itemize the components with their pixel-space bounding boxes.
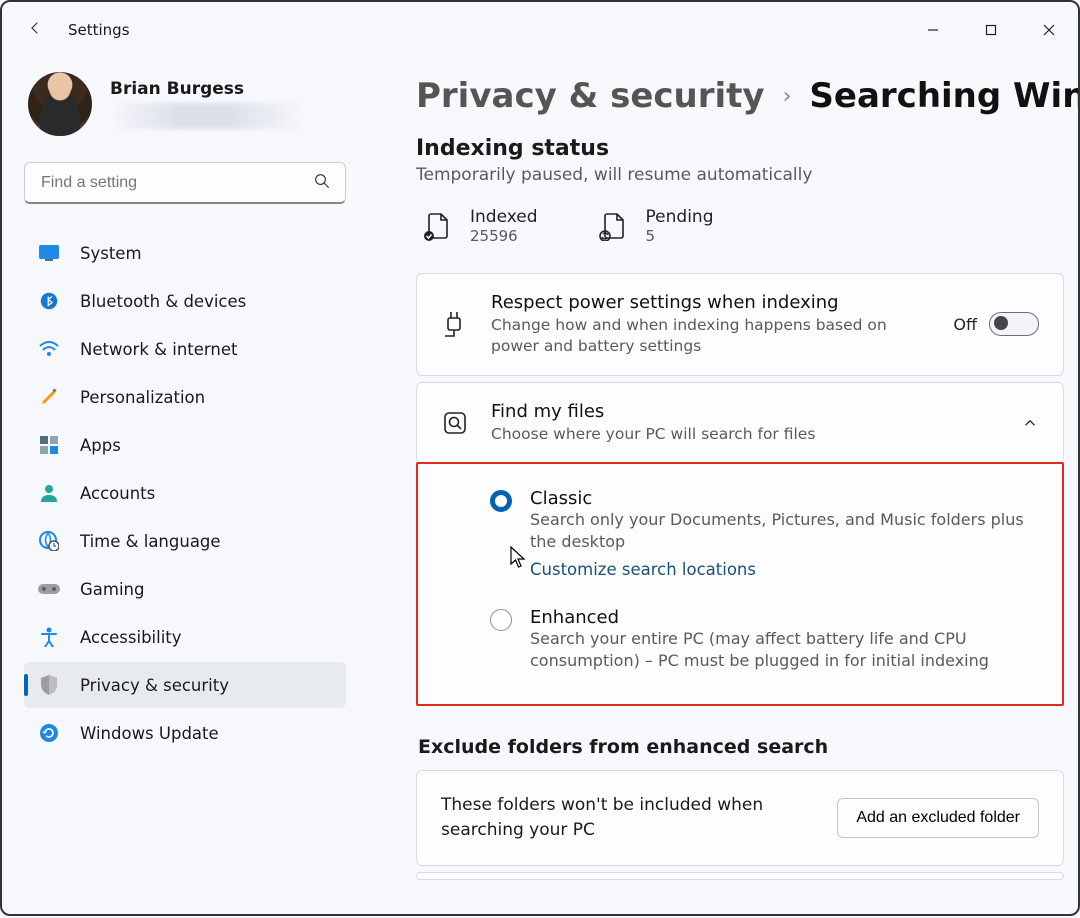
breadcrumb-current: Searching Windows [809,76,1078,116]
globe-clock-icon [38,530,60,552]
chevron-right-icon: › [783,84,792,109]
sidebar-item-network[interactable]: Network & internet [24,326,346,372]
bluetooth-icon [38,290,60,312]
search-box[interactable] [24,162,346,204]
breadcrumb-parent[interactable]: Privacy & security [416,76,765,116]
sidebar-item-system[interactable]: System [24,230,346,276]
nav-label: Privacy & security [80,676,229,695]
wifi-icon [38,338,60,360]
update-icon [38,722,60,744]
classic-sub: Search only your Documents, Pictures, an… [530,509,1038,554]
back-arrow-icon[interactable] [26,19,44,41]
gamepad-icon [38,578,60,600]
nav-label: Apps [80,436,121,455]
enhanced-title: Enhanced [530,607,1038,628]
search-input[interactable] [39,173,303,193]
nav-label: Windows Update [80,724,219,743]
nav-label: Bluetooth & devices [80,292,246,311]
power-toggle[interactable] [989,312,1039,336]
radio-enhanced[interactable] [490,609,512,631]
sidebar-item-gaming[interactable]: Gaming [24,566,346,612]
option-classic[interactable]: Classic Search only your Documents, Pict… [478,480,1050,587]
app-title: Settings [68,21,130,39]
nav-label: Network & internet [80,340,237,359]
profile-subtext-blurred [110,103,306,129]
avatar [28,72,92,136]
pending-label: Pending [646,207,714,227]
main-content: Privacy & security › Searching Windows I… [362,58,1078,918]
nav-label: Gaming [80,580,145,599]
pending-stat: Pending 5 [598,207,714,245]
display-icon [38,242,60,264]
sidebar-item-privacy-security[interactable]: Privacy & security [24,662,346,708]
plug-icon [441,310,469,338]
minimize-button[interactable] [904,8,962,52]
find-options-highlighted: Classic Search only your Documents, Pict… [416,462,1064,707]
sidebar-item-accessibility[interactable]: Accessibility [24,614,346,660]
sidebar-item-windows-update[interactable]: Windows Update [24,710,346,756]
sidebar-item-time-language[interactable]: Time & language [24,518,346,564]
profile-block[interactable]: Brian Burgess [24,66,346,162]
find-my-files-card[interactable]: Find my files Choose where your PC will … [416,382,1064,464]
nav-label: Time & language [80,532,221,551]
power-sub: Change how and when indexing happens bas… [491,315,931,357]
search-file-icon [441,409,469,437]
nav-label: System [80,244,142,263]
apps-icon [38,434,60,456]
classic-title: Classic [530,488,1038,509]
file-check-icon [422,211,452,241]
exclude-heading: Exclude folders from enhanced search [418,736,1064,758]
add-excluded-folder-button[interactable]: Add an excluded folder [837,798,1039,838]
power-settings-card[interactable]: Respect power settings when indexing Cha… [416,273,1064,376]
pending-value: 5 [646,227,714,245]
search-icon [313,172,331,194]
sidebar-item-personalization[interactable]: Personalization [24,374,346,420]
close-button[interactable] [1020,8,1078,52]
find-title: Find my files [491,401,999,422]
maximize-button[interactable] [962,8,1020,52]
exclude-message: These folders won't be included when sea… [441,793,821,842]
indexing-status-heading: Indexing status [416,136,1064,161]
chevron-up-icon[interactable] [1021,414,1039,432]
indexing-status-sub: Temporarily paused, will resume automati… [416,165,1064,185]
shield-icon [38,674,60,696]
exclude-card: These folders won't be included when sea… [416,770,1064,865]
indexed-label: Indexed [470,207,538,227]
title-bar: Settings [2,2,1078,58]
person-icon [38,482,60,504]
sidebar-item-accounts[interactable]: Accounts [24,470,346,516]
sidebar-item-apps[interactable]: Apps [24,422,346,468]
option-enhanced[interactable]: Enhanced Search your entire PC (may affe… [478,599,1050,681]
toggle-state-label: Off [953,315,977,334]
sidebar: Brian Burgess System Bluetooth & devices… [2,58,362,918]
radio-classic[interactable] [490,490,512,512]
indexed-value: 25596 [470,227,538,245]
enhanced-sub: Search your entire PC (may affect batter… [530,628,1038,673]
sidebar-item-bluetooth[interactable]: Bluetooth & devices [24,278,346,324]
profile-name: Brian Burgess [110,79,306,99]
nav-label: Accounts [80,484,155,503]
paintbrush-icon [38,386,60,408]
indexed-stat: Indexed 25596 [422,207,538,245]
breadcrumb: Privacy & security › Searching Windows [416,76,1064,116]
power-title: Respect power settings when indexing [491,292,931,313]
nav-label: Personalization [80,388,205,407]
find-sub: Choose where your PC will search for fil… [491,424,999,445]
accessibility-icon [38,626,60,648]
nav-label: Accessibility [80,628,182,647]
customize-search-locations-link[interactable]: Customize search locations [530,560,1038,579]
file-refresh-icon [598,211,628,241]
next-card-peek [416,872,1064,880]
